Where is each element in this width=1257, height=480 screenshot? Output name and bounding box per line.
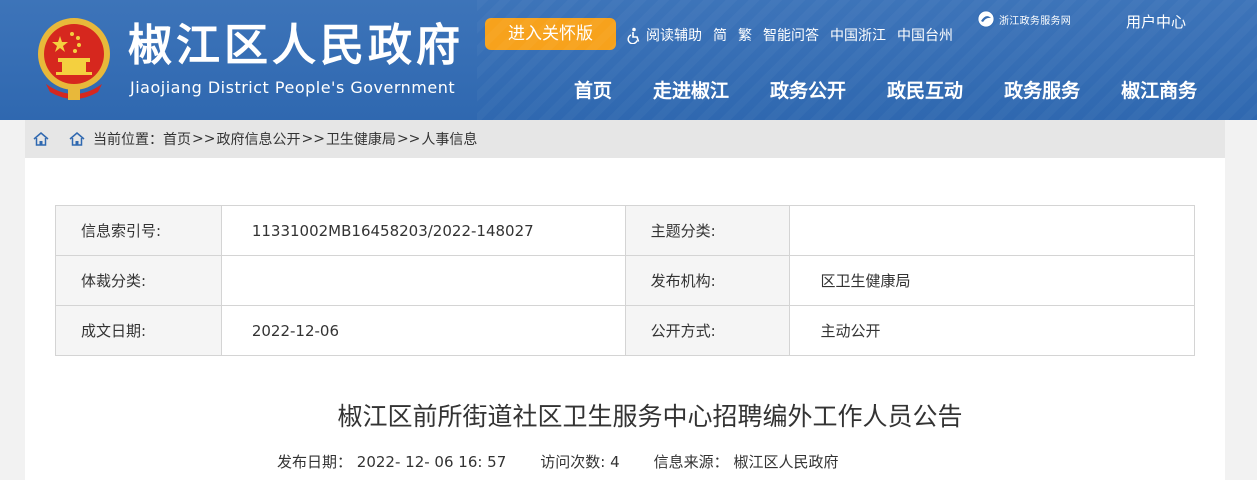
article-title: 椒江区前所街道社区卫生服务中心招聘编外工作人员公告 [337,402,963,431]
meta-value-date: 2022-12-06 [220,305,626,356]
main-nav: 首页 走进椒江 政务公开 政民互动 政务服务 椒江商务 [574,78,1197,104]
nav-services[interactable]: 政务服务 [1004,78,1080,104]
visits-group: 访问次数: 4 [540,451,619,472]
table-row: 信息索引号: 11331002MB16458203/2022-148027 主题… [55,205,1195,256]
zhejiang-logo-text: 浙江政务服务网 [999,15,1072,27]
toplink-reading-aid[interactable]: 阅读辅助 [646,25,702,45]
breadcrumb-prefix: 当前位置： [93,132,163,148]
meta-label-date: 成文日期: [55,305,222,356]
site-title: 椒江区人民政府 [128,20,464,71]
user-center-link[interactable]: 用户中心 [1126,11,1186,32]
visits-value: 4 [610,453,620,471]
breadcrumb-item-health-bureau[interactable]: 卫生健康局 [326,129,396,149]
source-value: 椒江区人民政府 [733,453,839,471]
breadcrumb-item-personnel[interactable]: 人事信息 [421,129,477,149]
nav-about[interactable]: 走进椒江 [653,78,729,104]
toplink-china-taizhou[interactable]: 中国台州 [897,25,953,45]
toplink-smart-qa[interactable]: 智能问答 [763,25,819,45]
site-header: 椒江区人民政府 Jiaojiang District People's Gove… [0,0,1257,120]
meta-value-publisher: 区卫生健康局 [789,255,1195,306]
meta-value-topic [789,205,1195,256]
source-group: 信息来源： 椒江区人民政府 [654,451,839,472]
visits-label: 访问次数: [540,453,606,471]
toplink-traditional[interactable]: 繁 [738,25,752,45]
top-links: 阅读辅助 简 繁 智能问答 中国浙江 中国台州 [626,24,964,46]
zhejiang-logo-icon [977,10,995,28]
nav-interaction[interactable]: 政民互动 [887,78,963,104]
table-row: 体裁分类: 发布机构: 区卫生健康局 [55,255,1195,306]
meta-label-index: 信息索引号: [55,205,222,256]
breadcrumb-separator: >> [192,131,216,147]
zhejiang-service-logo[interactable]: 浙江政务服务网 [977,8,1071,30]
meta-label-genre: 体裁分类: [55,255,222,306]
main-content: 信息索引号: 11331002MB16458203/2022-148027 主题… [25,158,1225,480]
toplink-simplified[interactable]: 简 [713,25,727,45]
home-icon[interactable] [33,132,49,146]
article-meta: 发布日期： 2022- 12- 06 16: 57 访问次数: 4 信息来源： … [277,451,838,472]
meta-label-disclosure: 公开方式: [624,305,791,356]
breadcrumb: 当前位置： 首页 >> 政府信息公开 >> 卫生健康局 >> 人事信息 [25,120,1225,158]
breadcrumb-separator: >> [396,131,421,147]
publish-date-group: 发布日期： 2022- 12- 06 16: 57 [277,451,506,472]
meta-value-index: 11331002MB16458203/2022-148027 [220,205,626,256]
meta-label-publisher: 发布机构: [624,255,791,306]
home-icon[interactable] [69,132,85,146]
care-mode-button[interactable]: 进入关怀版 [485,18,616,50]
table-row: 成文日期: 2022-12-06 公开方式: 主动公开 [55,305,1195,356]
publish-date-value: 2022- 12- 06 16: 57 [356,453,507,471]
toplink-china-zhejiang[interactable]: 中国浙江 [830,25,886,45]
source-label: 信息来源： [653,453,729,471]
breadcrumb-item-gov-info[interactable]: 政府信息公开 [216,129,300,149]
publish-date-label: 发布日期： [277,453,353,471]
national-emblem-icon [38,18,110,100]
nav-home[interactable]: 首页 [574,78,612,104]
breadcrumb-separator: >> [301,131,325,147]
accessibility-icon[interactable] [626,27,643,44]
breadcrumb-item-home[interactable]: 首页 [163,129,191,149]
meta-value-disclosure: 主动公开 [789,305,1195,356]
nav-commerce[interactable]: 椒江商务 [1121,78,1197,104]
meta-label-topic: 主题分类: [624,205,791,256]
info-meta-table: 信息索引号: 11331002MB16458203/2022-148027 主题… [55,205,1195,356]
meta-value-genre [220,255,626,306]
nav-gov-info[interactable]: 政务公开 [770,78,846,104]
site-subtitle: Jiaojiang District People's Government [130,78,456,97]
